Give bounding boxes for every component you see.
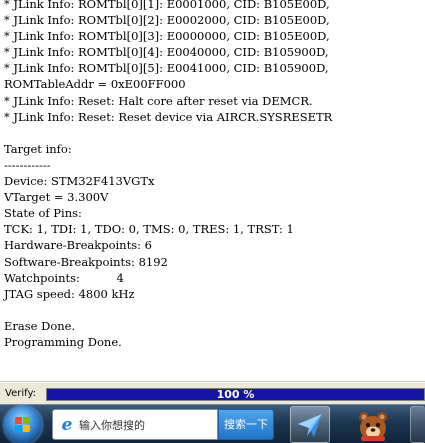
ie-browser-icon: e [61,415,73,435]
log-line: ------------ [4,157,51,172]
log-line: State of Pins: [4,206,82,221]
verify-progress-text: 100 % [216,388,255,401]
log-line: Watchpoints: 4 [4,270,124,285]
log-line [4,125,332,141]
taskbar-app-bear[interactable] [352,406,392,443]
taskbar-search-box: e [52,409,218,440]
windows-logo-icon [15,417,31,433]
output-log: * JLink Info: ROMTbl[0][1]: E0001000, CI… [4,0,332,350]
taskbar-search-input[interactable] [79,416,213,434]
log-line: VTarget = 3.300V [4,190,109,205]
log-line: * JLink Info: ROMTbl[0][4]: E0040000, CI… [4,45,329,60]
output-log-pane[interactable]: * JLink Info: ROMTbl[0][1]: E0001000, CI… [0,0,425,382]
status-bar: Verify: 100 % [0,382,425,405]
taskbar-search-button[interactable]: 搜索一下 [218,409,274,440]
verify-progress-bar: 100 % [46,388,425,401]
verify-label: Verify: [5,388,37,399]
taskbar: e 搜索一下 [0,404,425,443]
log-line: Device: STM32F413VGTx [4,174,155,189]
log-line: Software-Breakpoints: 8192 [4,254,168,269]
flash-programmer-window: * JLink Info: ROMTbl[0][1]: E0001000, CI… [0,0,425,443]
log-line: Hardware-Breakpoints: 6 [4,238,152,253]
log-line: * JLink Info: ROMTbl[0][2]: E0002000, CI… [4,13,330,28]
log-line [4,302,332,318]
paper-plane-app-icon [298,414,322,437]
log-line: Erase Done. [4,318,76,333]
taskbar-app-paper-plane[interactable] [290,406,330,443]
log-line: Target info: [4,141,72,156]
start-button[interactable] [4,406,42,443]
log-line: * JLink Info: ROMTbl[0][1]: E0001000, CI… [4,0,330,11]
log-line: Programming Done. [4,334,122,349]
log-line: * JLink Info: Reset: Reset device via AI… [4,109,333,124]
bear-app-icon [359,412,387,441]
taskbar-app-partial[interactable] [410,406,425,443]
log-line: TCK: 1, TDI: 1, TDO: 0, TMS: 0, TRES: 1,… [4,222,294,237]
log-line: ROMTableAddr = 0xE00FF000 [4,77,186,92]
log-line: JTAG speed: 4800 kHz [4,286,135,301]
log-line: * JLink Info: ROMTbl[0][5]: E0041000, CI… [4,61,329,76]
log-line: * JLink Info: ROMTbl[0][3]: E0000000, CI… [4,29,330,44]
log-line: * JLink Info: Reset: Halt core after res… [4,93,313,108]
